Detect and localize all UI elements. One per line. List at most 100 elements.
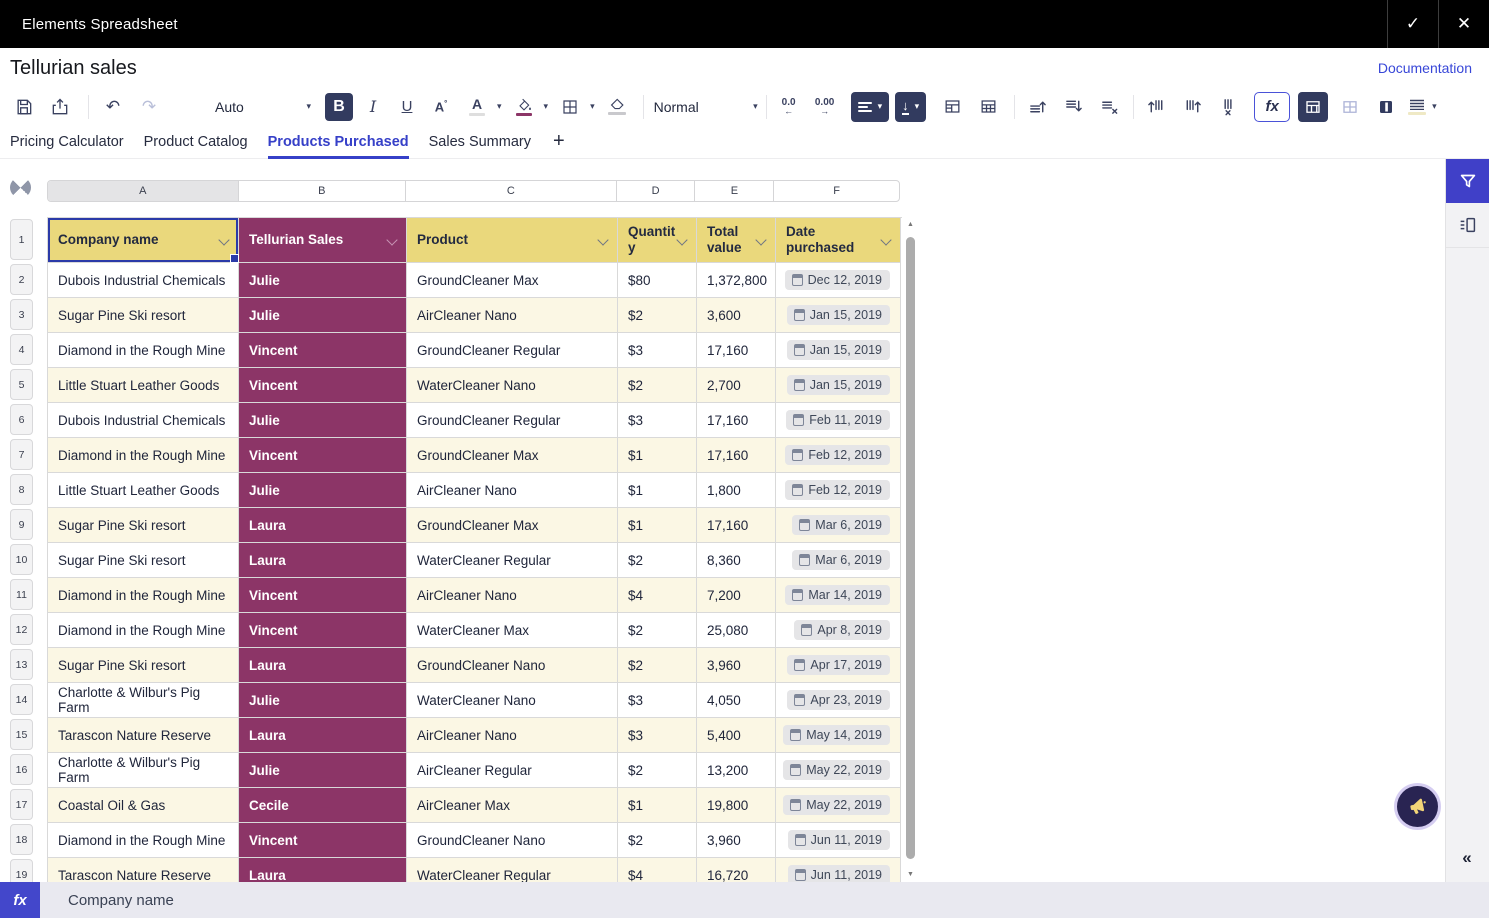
cell-total[interactable]: 16,720	[697, 858, 776, 882]
row-number[interactable]: 13	[10, 649, 33, 680]
delete-row-button[interactable]	[1095, 93, 1123, 121]
cell-date[interactable]: Apr 17, 2019	[776, 648, 901, 683]
cell-date[interactable]: May 22, 2019	[776, 753, 901, 788]
row-number[interactable]: 17	[10, 789, 33, 820]
cell-salesperson[interactable]: Julie	[239, 263, 407, 298]
cell-salesperson[interactable]: Vincent	[239, 578, 407, 613]
column-header-e[interactable]: E	[695, 181, 774, 201]
cell-total[interactable]: 25,080	[697, 613, 776, 648]
header-cell-company-name[interactable]: Company name	[48, 218, 239, 263]
increase-decimal-button[interactable]: 0.00→	[811, 93, 839, 121]
cell-product[interactable]: WaterCleaner Nano	[407, 368, 618, 403]
cell-product[interactable]: AirCleaner Regular	[407, 753, 618, 788]
cell-salesperson[interactable]: Julie	[239, 403, 407, 438]
tab-sales-summary[interactable]: Sales Summary	[429, 125, 531, 159]
cell-quantity[interactable]: $1	[618, 788, 697, 823]
cell-total[interactable]: 3,960	[697, 648, 776, 683]
export-button[interactable]	[46, 93, 74, 121]
filter-button[interactable]	[1446, 159, 1489, 203]
toggle-gridlines-button[interactable]	[1298, 92, 1328, 122]
header-cell-date-purchased[interactable]: Date purchased	[776, 218, 901, 263]
cell-product[interactable]: GroundCleaner Max	[407, 263, 618, 298]
font-size-dropdown[interactable]: Auto ▾	[215, 99, 311, 115]
row-number[interactable]: 4	[10, 334, 33, 365]
cell-product[interactable]: GroundCleaner Max	[407, 508, 618, 543]
cell-product[interactable]: WaterCleaner Max	[407, 613, 618, 648]
filter-chevron-icon[interactable]	[218, 234, 229, 245]
cell-quantity[interactable]: $2	[618, 613, 697, 648]
cell-salesperson[interactable]: Julie	[239, 473, 407, 508]
fx-button[interactable]: fx	[0, 882, 40, 918]
row-number[interactable]: 16	[10, 754, 33, 785]
row-number[interactable]: 7	[10, 439, 33, 470]
cell-date[interactable]: Dec 12, 2019	[776, 263, 901, 298]
cell-company[interactable]: Charlotte & Wilbur's Pig Farm	[48, 753, 239, 788]
cell-company[interactable]: Dubois Industrial Chemicals	[48, 403, 239, 438]
fill-color-caret-icon[interactable]: ▾	[544, 101, 549, 112]
tab-products-purchased[interactable]: Products Purchased	[268, 125, 409, 159]
header-cell-total-value[interactable]: Total value	[697, 218, 776, 263]
row-number[interactable]: 14	[10, 684, 33, 715]
merge-cells-button[interactable]	[938, 93, 966, 121]
cell-total[interactable]: 19,800	[697, 788, 776, 823]
scrollbar-thumb[interactable]	[906, 237, 915, 859]
cell-date[interactable]: Mar 14, 2019	[776, 578, 901, 613]
cell-date[interactable]: Feb 12, 2019	[776, 473, 901, 508]
cell-date[interactable]: Feb 12, 2019	[776, 438, 901, 473]
cell-salesperson[interactable]: Laura	[239, 543, 407, 578]
row-number[interactable]: 9	[10, 509, 33, 540]
cell-quantity[interactable]: $80	[618, 263, 697, 298]
cell-salesperson[interactable]: Cecile	[239, 788, 407, 823]
borders-button[interactable]	[556, 93, 584, 121]
scroll-down-icon[interactable]: ▼	[904, 871, 917, 878]
column-header-b[interactable]: B	[239, 181, 407, 201]
cell-total[interactable]: 7,200	[697, 578, 776, 613]
cell-company[interactable]: Sugar Pine Ski resort	[48, 508, 239, 543]
cell-total[interactable]: 1,372,800	[697, 263, 776, 298]
cell-product[interactable]: GroundCleaner Regular	[407, 333, 618, 368]
header-cell-tellurian-sales[interactable]: Tellurian Sales	[239, 218, 407, 263]
font-color-caret-icon[interactable]: ▾	[497, 101, 502, 112]
format-dropdown[interactable]: Normal ▾	[654, 99, 758, 115]
add-sheet-button[interactable]: +	[553, 130, 565, 153]
cell-product[interactable]: WaterCleaner Nano	[407, 683, 618, 718]
confirm-button[interactable]: ✓	[1387, 0, 1438, 48]
column-header-d[interactable]: D	[617, 181, 696, 201]
cell-company[interactable]: Diamond in the Rough Mine	[48, 438, 239, 473]
cell-date[interactable]: Apr 8, 2019	[776, 613, 901, 648]
cell-quantity[interactable]: $3	[618, 683, 697, 718]
cell-salesperson[interactable]: Julie	[239, 753, 407, 788]
row-number[interactable]: 11	[10, 579, 33, 610]
unmerge-cells-button[interactable]	[974, 93, 1002, 121]
cell-product[interactable]: WaterCleaner Regular	[407, 858, 618, 882]
cell-date[interactable]: Mar 6, 2019	[776, 543, 901, 578]
cell-date[interactable]: Jan 15, 2019	[776, 333, 901, 368]
row-number[interactable]: 10	[10, 544, 33, 575]
cell-date[interactable]: May 22, 2019	[776, 788, 901, 823]
close-button[interactable]: ✕	[1438, 0, 1489, 48]
cell-company[interactable]: Diamond in the Rough Mine	[48, 823, 239, 858]
documentation-link[interactable]: Documentation	[1378, 60, 1472, 76]
cell-total[interactable]: 17,160	[697, 403, 776, 438]
cell-product[interactable]: AirCleaner Nano	[407, 298, 618, 333]
cell-total[interactable]: 17,160	[697, 438, 776, 473]
table-style-button[interactable]	[1336, 93, 1364, 121]
delete-column-button[interactable]	[1214, 93, 1242, 121]
cell-product[interactable]: AirCleaner Max	[407, 788, 618, 823]
cell-date[interactable]: Jan 15, 2019	[776, 298, 901, 333]
cell-product[interactable]: AirCleaner Nano	[407, 473, 618, 508]
vertical-align-dropdown[interactable]: ↓ ▾	[895, 92, 926, 122]
cell-total[interactable]: 17,160	[697, 333, 776, 368]
italic-button[interactable]: I	[359, 93, 387, 121]
bold-button[interactable]: B	[325, 93, 353, 121]
row-number[interactable]: 12	[10, 614, 33, 645]
select-all-icon[interactable]	[10, 177, 31, 198]
cell-company[interactable]: Dubois Industrial Chemicals	[48, 263, 239, 298]
decrease-decimal-button[interactable]: 0.0←	[775, 93, 803, 121]
scroll-up-icon[interactable]: ▲	[904, 221, 917, 228]
row-number[interactable]: 5	[10, 369, 33, 400]
fill-color-button[interactable]	[510, 93, 538, 121]
cell-date[interactable]: Feb 11, 2019	[776, 403, 901, 438]
cell-quantity[interactable]: $3	[618, 718, 697, 753]
cell-quantity[interactable]: $2	[618, 753, 697, 788]
